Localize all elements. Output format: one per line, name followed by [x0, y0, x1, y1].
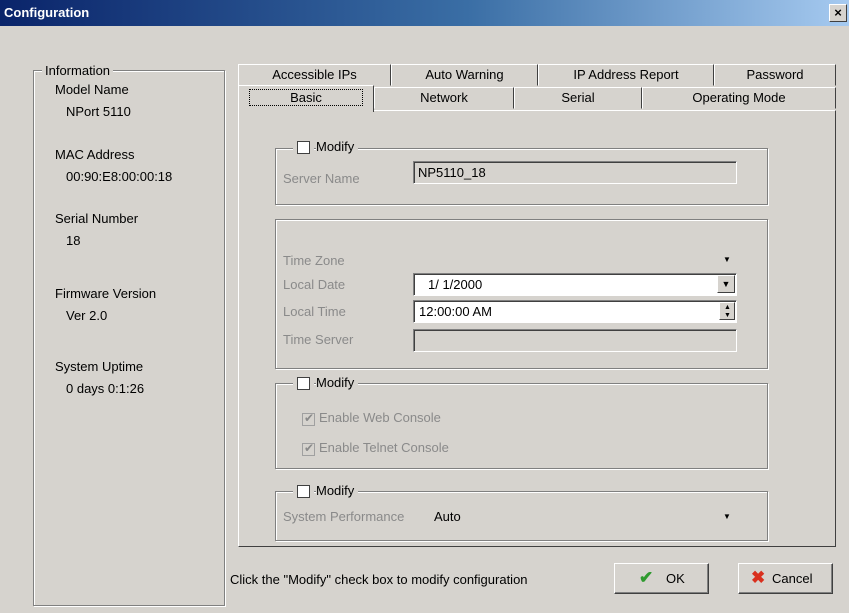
local-date-label: Local Date [283, 277, 346, 292]
time-zone-label: Time Zone [283, 253, 345, 268]
server-modify-checkbox[interactable] [297, 141, 310, 154]
cross-icon: ✖ [751, 568, 766, 587]
local-date-dropdown-button[interactable]: ▼ [717, 275, 735, 293]
console-modify-checkbox[interactable] [297, 377, 310, 390]
tab-operating-mode[interactable]: Operating Mode [642, 87, 836, 109]
mac-address-label: MAC Address [55, 147, 135, 162]
close-icon: × [834, 5, 842, 20]
spin-down-icon: ▼ [724, 312, 731, 319]
system-uptime-label: System Uptime [55, 359, 144, 374]
tab-serial[interactable]: Serial [514, 87, 642, 109]
window-title: Configuration [4, 5, 90, 20]
ok-button[interactable]: ✔ OK [614, 563, 709, 594]
mac-address-value: 00:90:E8:00:00:18 [66, 169, 173, 184]
firmware-version-value: Ver 2.0 [66, 308, 108, 323]
time-zone-dropdown-arrow-icon[interactable]: ▼ [723, 255, 731, 264]
tab-password[interactable]: Password [714, 64, 836, 86]
system-uptime-value: 0 days 0:1:26 [66, 381, 145, 396]
performance-modify-checkbox[interactable] [297, 485, 310, 498]
telnet-console-checkbox[interactable]: ✔ [302, 441, 315, 456]
model-name-label: Model Name [55, 82, 129, 97]
tab-ip-address-report[interactable]: IP Address Report [538, 64, 714, 86]
local-time-label: Local Time [283, 304, 346, 319]
information-legend: Information [42, 63, 114, 78]
local-time-spinner[interactable]: ▲ ▼ [719, 302, 735, 320]
system-performance-label: System Performance [283, 509, 405, 524]
close-button[interactable]: × [829, 4, 847, 22]
time-server-input[interactable] [413, 329, 737, 352]
server-name-label: Server Name [283, 171, 360, 186]
configuration-window: Configuration × Information Model Name N… [0, 0, 849, 613]
checkmark-icon: ✔ [304, 411, 315, 425]
tab-basic[interactable]: Basic [238, 85, 374, 112]
firmware-version-label: Firmware Version [55, 286, 157, 301]
console-group [275, 383, 768, 469]
performance-modify-label: Modify [316, 483, 359, 498]
tab-auto-warning[interactable]: Auto Warning [391, 64, 538, 86]
console-modify-label: Modify [316, 375, 359, 390]
local-date-picker[interactable]: 1/ 1/2000 ▼ [413, 273, 737, 296]
title-bar[interactable]: Configuration × [0, 0, 849, 26]
tab-accessible-ips[interactable]: Accessible IPs [238, 64, 391, 86]
model-name-value: NPort 5110 [66, 104, 131, 119]
checkmark-icon: ✔ [304, 441, 315, 455]
web-console-checkbox[interactable]: ✔ [302, 411, 315, 426]
system-performance-dropdown-arrow-icon[interactable]: ▼ [723, 512, 731, 521]
chevron-down-icon: ▼ [721, 279, 731, 289]
serial-number-label: Serial Number [55, 211, 139, 226]
footer-hint: Click the "Modify" check box to modify c… [230, 572, 528, 587]
telnet-console-label: Enable Telnet Console [319, 440, 449, 455]
server-name-input[interactable]: NP5110_18 [413, 161, 737, 184]
cancel-button[interactable]: ✖ Cancel [738, 563, 833, 594]
system-performance-value[interactable]: Auto [434, 509, 461, 524]
serial-number-value: 18 [66, 233, 81, 248]
local-time-input[interactable]: 12:00:00 AM ▲ ▼ [413, 300, 737, 323]
time-server-label: Time Server [283, 332, 354, 347]
spin-up-icon: ▲ [724, 304, 731, 311]
web-console-label: Enable Web Console [319, 410, 441, 425]
server-modify-label: Modify [316, 139, 359, 154]
checkmark-icon: ✔ [639, 568, 654, 587]
tab-network[interactable]: Network [374, 87, 514, 109]
